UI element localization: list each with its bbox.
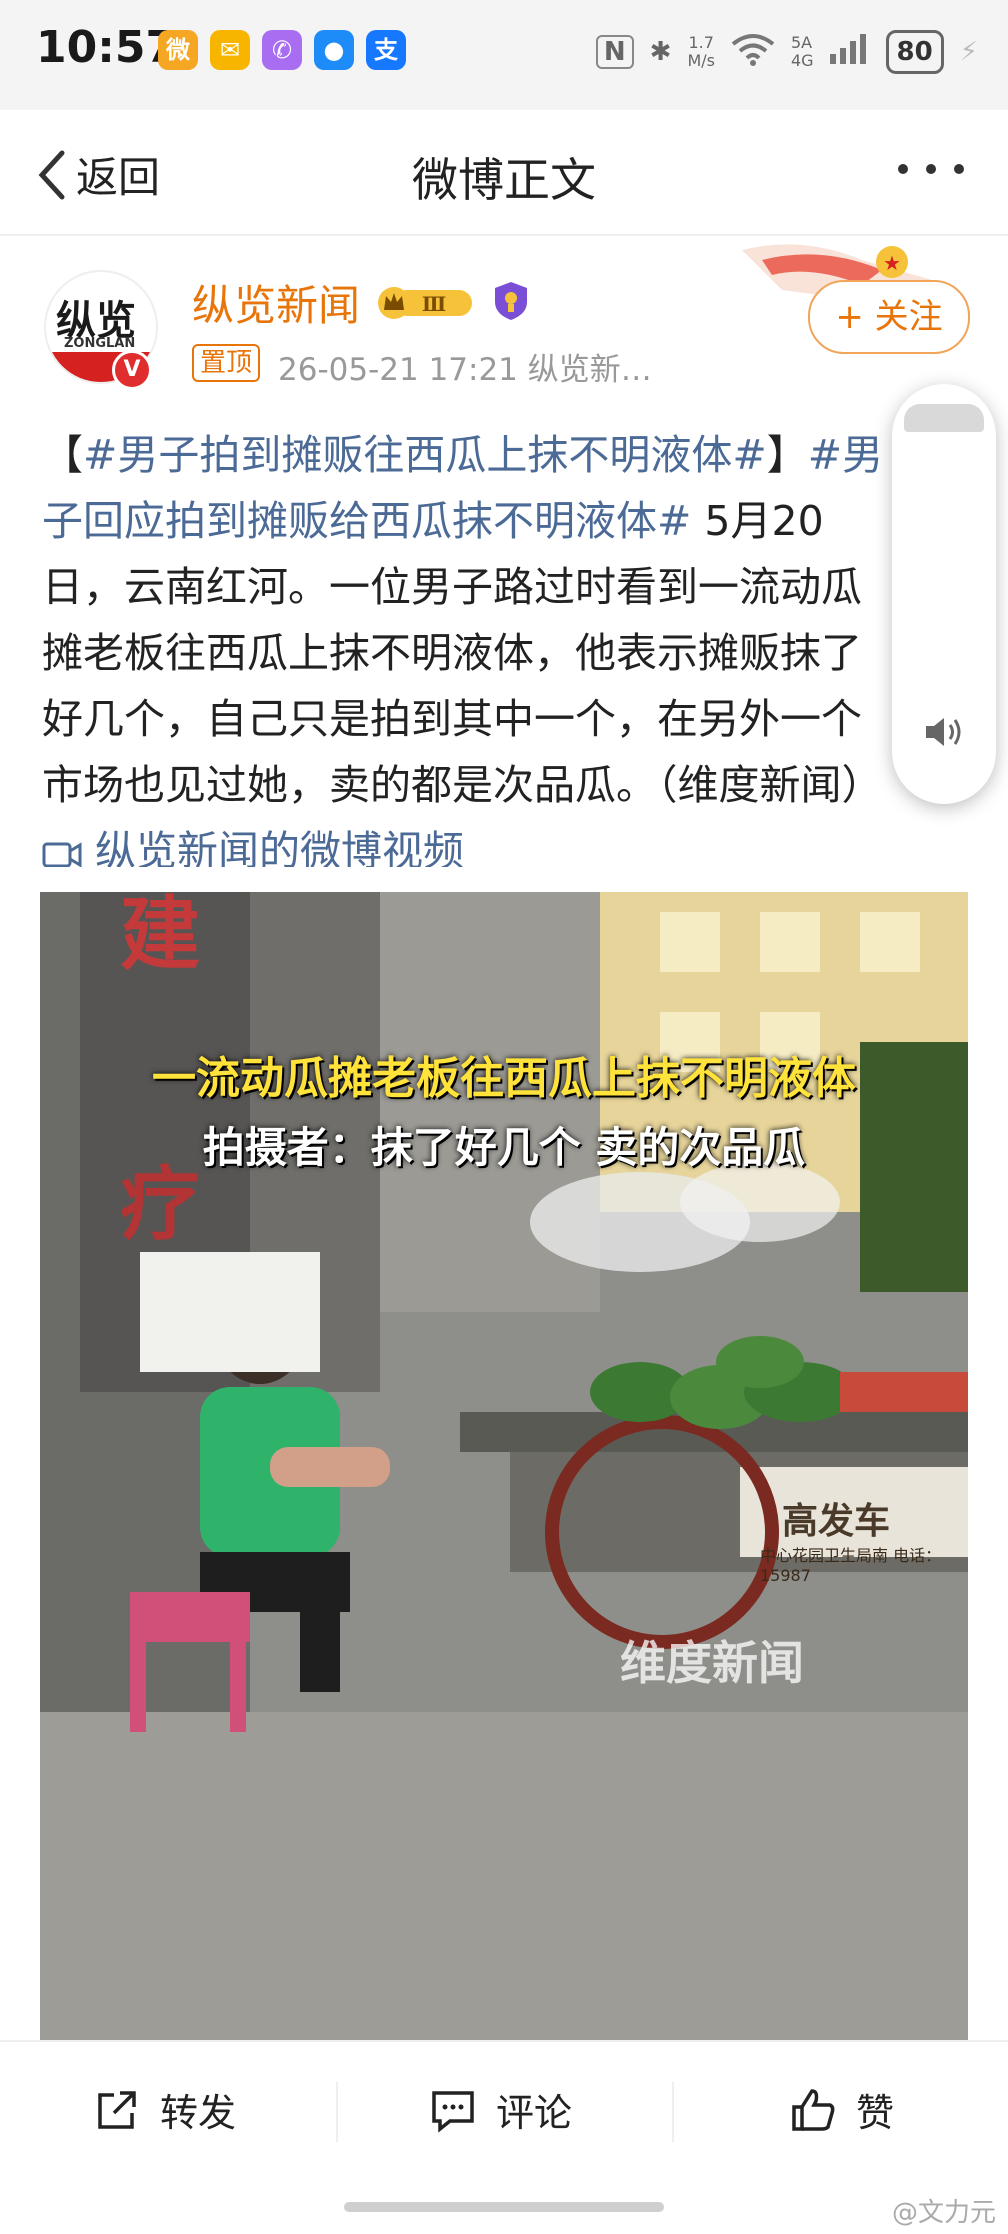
member-level-badge-icon: Ⅲ <box>378 287 472 319</box>
clock: 10:57 <box>36 22 177 73</box>
video-watermark: 维度新闻 <box>620 1636 804 1690</box>
author-name[interactable]: 纵览新闻 <box>192 272 360 333</box>
net-speed: 1.7 M/s <box>687 33 715 70</box>
signal-type: 5A 4G <box>790 33 814 70</box>
action-bar: 转发 评论 赞 @文力元 <box>0 2040 1008 2234</box>
svg-text:建: 建 <box>120 892 200 981</box>
share-icon <box>98 2090 136 2129</box>
hashtag-link[interactable]: #男子拍到摊贩往西瓜上抹不明液体# <box>83 431 767 479</box>
phone-icon: ✆ <box>262 30 302 70</box>
footer-watermark: @文力元 <box>891 2198 996 2228</box>
nfc-icon: N <box>595 35 634 69</box>
wifi-icon <box>731 32 775 73</box>
signal-icon <box>829 33 870 71</box>
level-text: Ⅲ <box>422 292 446 316</box>
post-content: 【#男子拍到摊贩往西瓜上抹不明液体#】#男子回应拍到摊贩给西瓜抹不明液体# 5月… <box>42 422 902 867</box>
home-indicator[interactable] <box>344 2202 664 2212</box>
charging-icon: ⚡ <box>959 37 978 67</box>
comment-icon <box>432 2090 474 2133</box>
weibo-icon: 微 <box>158 30 198 70</box>
verified-badge-icon: V <box>112 350 152 390</box>
video-caption-line-2: 拍摄者：抹了好几个 卖的次品瓜 <box>202 1123 806 1172</box>
like-button[interactable]: 赞 <box>790 2082 894 2137</box>
status-indicators: N ✱ 1.7 M/s 5A 4G 80 ⚡ <box>595 24 978 80</box>
post-video-thumbnail[interactable]: 建 疗 一流动瓜摊老板往西瓜上抹不明液体 拍摄者：抹了好几个 卖的次品瓜 维度新… <box>40 892 968 2040</box>
bluetooth-icon: ✱ <box>649 37 672 67</box>
stall-sign-sub: 中心花园卫生局南 电话：15987 <box>760 1546 942 1585</box>
video-caption-line-1: 一流动瓜摊老板往西瓜上抹不明液体 <box>152 1053 856 1104</box>
more-options-icon[interactable] <box>898 164 964 174</box>
page-title: 微博正文 <box>412 153 596 207</box>
video-link[interactable]: 纵览新闻的微博视频 <box>42 827 464 867</box>
bot-icon: ● <box>314 30 354 70</box>
shield-badge-icon <box>495 282 527 320</box>
pinned-badge: 置顶 <box>192 344 261 382</box>
post-meta: 26-05-21 17:21 纵览新… <box>278 352 652 388</box>
repost-button[interactable]: 转发 <box>94 2082 236 2137</box>
video-icon <box>42 842 82 867</box>
nav-header: 返回 微博正文 <box>0 110 1008 236</box>
speaker-icon <box>926 718 961 746</box>
svg-text:★: ★ <box>883 251 901 275</box>
follow-button[interactable]: + 关注 <box>808 280 970 354</box>
status-bar: 10:57 微 ✉ ✆ ● 支 N ✱ 1.7 M/s 5A 4G 80 ⚡ <box>0 0 1008 110</box>
stall-sign: 高发车 <box>782 1501 891 1542</box>
battery-indicator: 80 <box>885 30 944 74</box>
alipay-icon: 支 <box>366 30 406 70</box>
thumbs-up-icon <box>792 2088 835 2131</box>
mail-icon: ✉ <box>210 30 250 70</box>
volume-control[interactable] <box>892 384 996 804</box>
comment-button[interactable]: 评论 <box>430 2082 572 2137</box>
